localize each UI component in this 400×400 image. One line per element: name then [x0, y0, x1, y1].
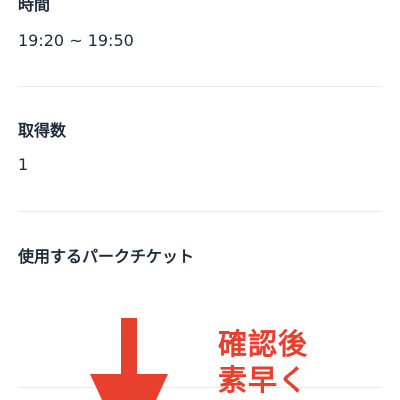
count-label: 取得数 [18, 121, 67, 140]
count-section: 取得数 1 [18, 120, 382, 174]
annotation-line-1: 確認後 [218, 327, 309, 361]
divider [18, 387, 382, 388]
ticket-label: 使用するパークチケット [18, 247, 195, 266]
count-value: 1 [18, 155, 29, 174]
time-section: 時間 19:20 ~ 19:50 [18, 0, 382, 50]
time-label: 時間 [18, 0, 51, 14]
down-arrow-icon [90, 318, 168, 400]
ticket-section: 使用するパークチケット [18, 246, 382, 268]
divider [18, 211, 382, 212]
annotation-line-2: 素早く [218, 363, 309, 397]
divider [18, 86, 382, 87]
annotation-text: 確認後 素早く [218, 326, 308, 398]
time-value: 19:20 ~ 19:50 [18, 31, 134, 50]
